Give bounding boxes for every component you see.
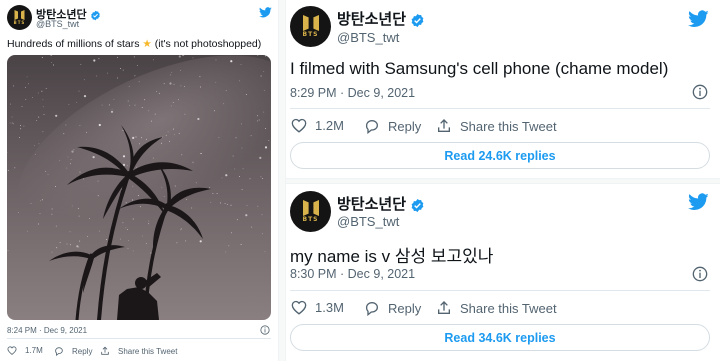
tweet-timestamp[interactable]: 8:29 PM · Dec 9, 2021 — [290, 86, 415, 100]
reply-bubble-icon — [55, 347, 63, 356]
twitter-bird-icon[interactable] — [688, 10, 709, 28]
share-label: Share this Tweet — [118, 346, 178, 356]
like-count: 1.3M — [315, 300, 344, 315]
bts-logo-text: BTS — [302, 30, 319, 38]
verified-badge-icon — [90, 10, 100, 20]
info-icon[interactable] — [692, 266, 708, 282]
info-icon[interactable] — [692, 84, 708, 100]
night-sky-photo — [7, 55, 271, 320]
twitter-bird-icon[interactable] — [688, 193, 709, 211]
info-icon[interactable] — [260, 325, 270, 335]
bts-logo-icon — [14, 10, 25, 20]
reply-label: Reply — [388, 300, 422, 316]
heart-icon — [291, 118, 307, 133]
reply-bubble-icon — [365, 302, 378, 316]
bts-logo-text: BTS — [302, 215, 319, 223]
share-icon — [438, 119, 450, 132]
share-button[interactable]: Share this Tweet — [436, 118, 557, 134]
share-icon — [101, 346, 109, 355]
author-name-text: 방탄소년단 — [337, 196, 407, 213]
verified-badge-icon — [411, 13, 424, 27]
read-replies-button[interactable]: Read 24.6K replies — [290, 142, 710, 169]
reply-button[interactable]: Reply — [364, 300, 421, 316]
author-handle[interactable]: @BTS_twt — [337, 30, 399, 45]
avatar[interactable]: BTS — [290, 6, 331, 47]
like-button[interactable]: 1.2M — [291, 118, 344, 133]
like-button[interactable]: 1.7M — [7, 346, 43, 355]
divider — [7, 338, 271, 339]
avatar[interactable]: BTS — [7, 5, 32, 30]
tweet-text: I filmed with Samsung's cell phone (cham… — [290, 59, 669, 78]
tweet-timestamp[interactable]: 8:24 PM · Dec 9, 2021 — [7, 326, 87, 335]
tweet-text: Hundreds of millions of stars ★ (it's no… — [7, 38, 261, 50]
bts-logo-icon — [302, 199, 319, 216]
heart-icon — [291, 300, 307, 315]
divider — [290, 290, 710, 291]
read-replies-button[interactable]: Read 34.6K replies — [290, 324, 710, 351]
divider — [290, 108, 710, 109]
author-name[interactable]: 방탄소년단 — [337, 8, 425, 29]
tweet-card-samsung: BTS 방탄소년단 @BTS_twt I filmed with Samsung… — [286, 0, 720, 178]
star-emoji-icon: ★ — [142, 38, 152, 50]
tweet-text-part: Hundreds of millions of stars — [7, 38, 140, 50]
heart-icon — [7, 346, 17, 355]
reply-button[interactable]: Reply — [364, 118, 421, 134]
share-button[interactable]: Share this Tweet — [100, 346, 177, 356]
author-handle[interactable]: @BTS_twt — [337, 214, 399, 229]
tweet-text-part: (it's not photoshopped) — [154, 38, 262, 50]
verified-badge-icon — [411, 198, 424, 212]
panel-divider — [278, 0, 286, 361]
reply-bubble-icon — [365, 120, 378, 134]
reply-label: Reply — [72, 346, 93, 356]
like-count: 1.7M — [25, 346, 43, 355]
tweet-photo-palm-trees-stars[interactable] — [7, 55, 271, 320]
reply-button[interactable]: Reply — [54, 346, 92, 356]
bts-logo-icon — [302, 14, 319, 31]
tweet-timestamp[interactable]: 8:30 PM · Dec 9, 2021 — [290, 267, 415, 281]
share-label: Share this Tweet — [460, 118, 557, 134]
bts-logo-text: BTS — [13, 20, 26, 25]
like-button[interactable]: 1.3M — [291, 300, 344, 315]
like-count: 1.2M — [315, 118, 344, 133]
reply-label: Reply — [388, 118, 422, 134]
tweet-card-stars: BTS 방탄소년단 @BTS_twt Hundreds of millions … — [0, 0, 278, 361]
author-name[interactable]: 방탄소년단 — [337, 193, 425, 214]
tweet-card-my-name-is-v: BTS 방탄소년단 @BTS_twt my name is v 삼성 보고있나 … — [286, 184, 720, 361]
avatar[interactable]: BTS — [290, 191, 331, 232]
tweet-text: my name is v 삼성 보고있나 — [290, 247, 494, 266]
author-handle[interactable]: @BTS_twt — [36, 19, 79, 29]
share-label: Share this Tweet — [460, 300, 557, 316]
share-icon — [438, 301, 450, 314]
twitter-bird-icon[interactable] — [259, 7, 272, 18]
author-name-text: 방탄소년단 — [337, 11, 407, 28]
share-button[interactable]: Share this Tweet — [436, 300, 557, 316]
